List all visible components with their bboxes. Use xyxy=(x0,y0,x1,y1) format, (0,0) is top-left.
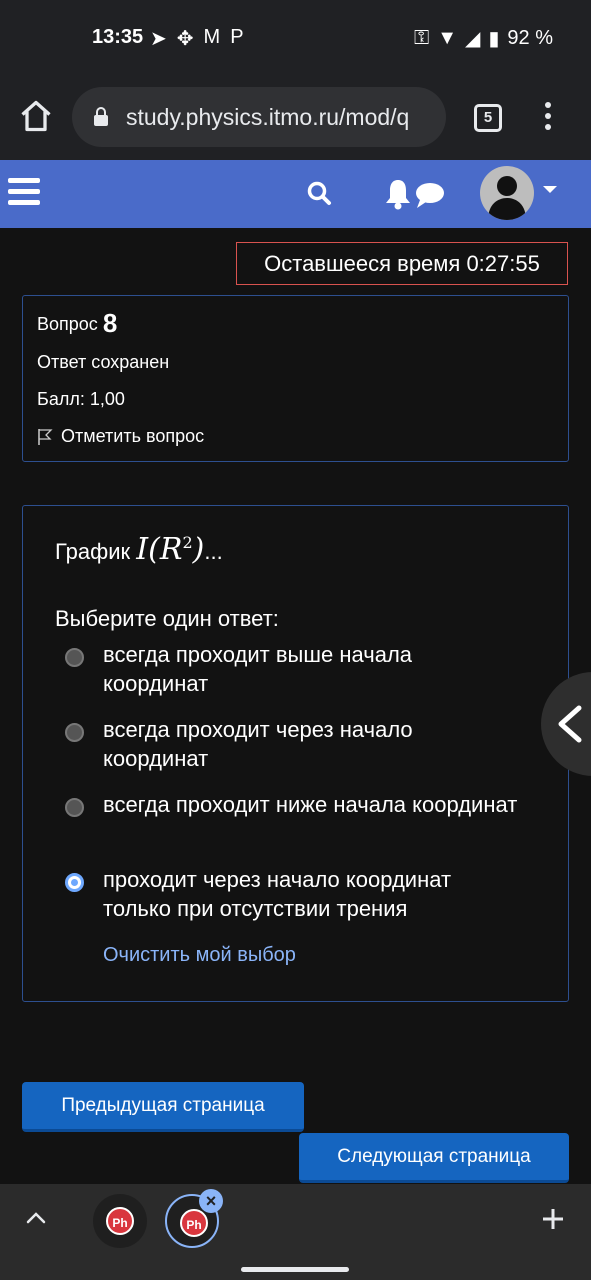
home-icon[interactable] xyxy=(18,98,54,134)
site-navbar xyxy=(0,160,591,228)
question-suffix: ... xyxy=(204,539,223,564)
flag-icon xyxy=(38,428,53,445)
question-text: График I(R2)... xyxy=(55,532,223,567)
address-bar[interactable]: study.physics.itmo.ru/mod/q xyxy=(72,87,446,147)
lock-icon xyxy=(94,107,108,126)
close-tab-icon[interactable]: × xyxy=(199,1189,223,1213)
p-app-icon: P xyxy=(230,26,244,48)
question-label: Вопрос xyxy=(37,314,98,334)
question-number: Вопрос 8 xyxy=(37,308,117,339)
battery-icon: ▮ xyxy=(488,28,500,50)
new-tab-icon[interactable] xyxy=(540,1206,566,1232)
system-icons: ⚿ ▼ ◢ ▮ 92 % xyxy=(414,26,553,51)
radio-button[interactable] xyxy=(65,798,84,817)
chevron-up-icon[interactable] xyxy=(24,1206,48,1230)
notification-icons: ➤ ✥ M P xyxy=(150,26,244,51)
question-info-panel: Вопрос 8 Ответ сохранен Балл: 1,00 Отмет… xyxy=(22,295,569,462)
physics-site-icon: Ph xyxy=(180,1209,208,1237)
tab-switcher-button[interactable]: 5 xyxy=(474,104,502,132)
wifi-icon: ▼ xyxy=(437,27,457,49)
user-avatar[interactable] xyxy=(480,166,534,220)
clear-choice-link[interactable]: Очистить мой выбор xyxy=(103,944,296,967)
status-time: 13:35 xyxy=(92,26,144,48)
user-avatar-icon xyxy=(488,176,526,220)
search-icon[interactable] xyxy=(306,180,334,208)
radio-button[interactable] xyxy=(65,648,84,667)
answer-option-label: всегда проходит ниже начала координат xyxy=(103,792,518,817)
question-number-value: 8 xyxy=(102,308,118,338)
chevron-left-icon xyxy=(558,705,582,743)
url-text: study.physics.itmo.ru/mod/q xyxy=(126,104,410,130)
browser-toolbar: study.physics.itmo.ru/mod/q 5 xyxy=(0,76,591,160)
answer-option-label: всегда проходит выше начала координат xyxy=(103,642,413,696)
status-bar: 13:35 ➤ ✥ M P ⚿ ▼ ◢ ▮ 92 % xyxy=(0,0,591,76)
question-prefix: График xyxy=(55,539,131,564)
gmail-icon: M xyxy=(203,26,221,48)
gesture-bar xyxy=(241,1267,349,1272)
user-menu-caret-icon[interactable] xyxy=(543,186,557,193)
flag-question-link[interactable]: Отметить вопрос xyxy=(37,426,204,447)
notifications-bell-icon[interactable] xyxy=(384,176,446,212)
telegram-icon: ➤ xyxy=(150,28,167,50)
answer-state: Ответ сохранен xyxy=(37,352,170,372)
radio-button[interactable] xyxy=(65,723,84,742)
answer-option-label: проходит через начало координат только п… xyxy=(103,867,452,921)
answer-prompt: Выберите один ответ: xyxy=(55,606,279,631)
vpn-key-icon: ⚿ xyxy=(413,27,430,49)
answer-option-label: всегда проходит через начало координат xyxy=(103,717,413,771)
question-grade: Балл: 1,00 xyxy=(37,389,125,409)
quiz-timer: Оставшееся время 0:27:55 xyxy=(236,242,568,285)
previous-page-button[interactable]: Предыдущая страница xyxy=(22,1082,304,1132)
browser-menu-icon[interactable] xyxy=(542,102,554,136)
browser-tab-strip: Ph Ph × xyxy=(0,1184,591,1280)
next-page-button[interactable]: Следующая страница xyxy=(299,1133,569,1183)
flag-question-label: Отметить вопрос xyxy=(61,426,205,446)
battery-level: 92 % xyxy=(507,27,553,49)
question-formula: I(R2) xyxy=(136,532,205,567)
hamburger-menu-icon[interactable] xyxy=(8,178,40,208)
tab-thumbnail-1[interactable]: Ph xyxy=(93,1194,147,1248)
signal-icon: ◢ xyxy=(465,28,481,50)
apps-icon: ✥ xyxy=(176,28,194,50)
radio-button-selected[interactable] xyxy=(65,873,84,892)
question-panel: График I(R2)... Выберите один ответ: все… xyxy=(22,505,569,1002)
physics-site-icon: Ph xyxy=(106,1207,134,1235)
drawer-toggle[interactable] xyxy=(541,672,591,776)
